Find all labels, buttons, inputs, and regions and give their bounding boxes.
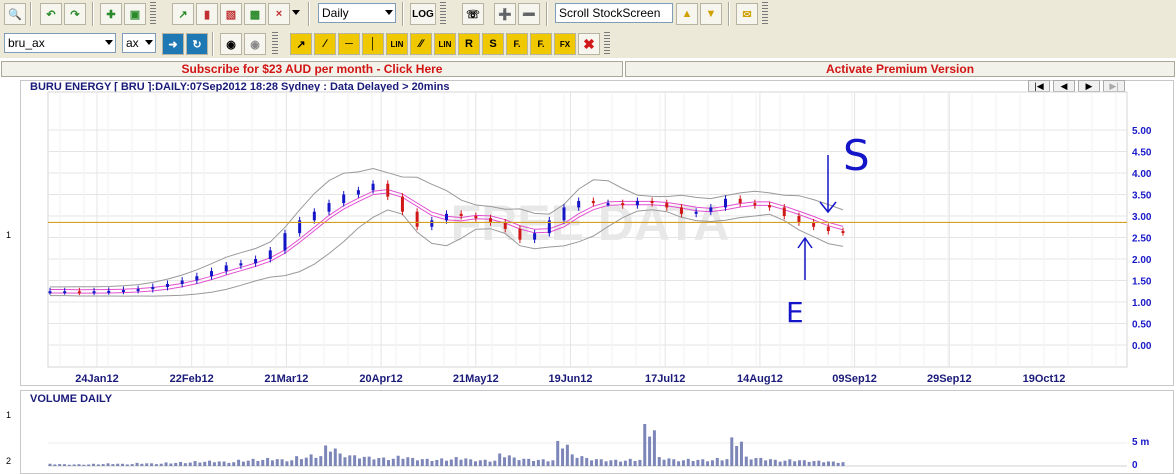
volume-title: VOLUME DAILY — [30, 393, 113, 405]
arrow-down-icon[interactable]: ▼ — [700, 3, 722, 25]
layout-icon[interactable]: ▣ — [124, 3, 146, 25]
vertical-line-tool-icon[interactable]: │ — [362, 33, 384, 55]
delete-drawings-icon[interactable]: ✖ — [578, 33, 600, 55]
zoom-icon[interactable]: 🔍 — [4, 3, 26, 25]
undo-icon[interactable]: ↶ — [40, 3, 62, 25]
refresh-icon[interactable]: ↻ — [186, 33, 208, 55]
fx-tool-icon[interactable]: FX — [554, 33, 576, 55]
activate-link[interactable]: Activate Premium Version — [826, 62, 974, 76]
exchange-value: ax — [126, 36, 139, 50]
chart-type-dropdown-icon[interactable] — [292, 10, 300, 15]
toolbar-grip[interactable] — [150, 2, 156, 26]
chevron-down-icon — [105, 40, 113, 45]
chevron-down-icon — [145, 40, 153, 45]
toolbar-grip[interactable] — [272, 32, 278, 56]
support-tool-icon[interactable]: S — [482, 33, 504, 55]
subscribe-link[interactable]: Subscribe for $23 AUD per month - Click … — [182, 62, 443, 76]
interval-select[interactable]: Daily — [318, 3, 396, 23]
symbol-value: bru_ax — [8, 36, 45, 50]
separator — [92, 2, 94, 26]
parallel-lines-tool-icon[interactable]: ∕∕ — [410, 33, 432, 55]
interval-value: Daily — [322, 6, 349, 20]
trendline-tool-icon[interactable]: ∕ — [314, 33, 336, 55]
toolbar-main: 🔍 ↶ ↷ ✚ ▣ ↗ ▮ ▧ ▩ × Daily LOG ☏ ➕ ➖ Scro… — [0, 0, 1176, 28]
separator — [728, 2, 730, 26]
price-panel-label: 1 — [6, 230, 12, 240]
volume-panel-label-2: 2 — [6, 456, 12, 466]
fx-label: FX — [559, 39, 571, 49]
volume-tick-0: 0 — [1132, 460, 1138, 471]
lin-channel-label: LIN — [438, 39, 452, 49]
mail-icon[interactable]: ✉ — [736, 3, 758, 25]
separator — [308, 2, 310, 26]
symbol-input[interactable]: bru_ax — [4, 33, 116, 53]
activate-banner[interactable]: Activate Premium Version — [625, 61, 1175, 77]
arrow-up-icon[interactable]: ▲ — [676, 3, 698, 25]
toolbar-grip[interactable] — [604, 32, 610, 56]
fibonacci-fan-label: F. — [537, 39, 545, 49]
toolbar-symbol: bru_ax ax ➜ ↻ ◉ ◉ ↗ ∕ ─ │ LIN ∕∕ LIN R S… — [0, 28, 1176, 58]
first-bar-icon[interactable]: |◀ — [1028, 80, 1050, 92]
separator — [402, 2, 404, 26]
volume-panel-label-1: 1 — [6, 410, 12, 420]
quote-icon[interactable]: ☏ — [462, 3, 484, 25]
histogram-icon[interactable]: ▩ — [244, 3, 266, 25]
volume-panel — [20, 390, 1174, 474]
lin-tool-icon[interactable]: LIN — [386, 33, 408, 55]
go-arrow-icon[interactable]: ➜ — [162, 33, 184, 55]
resistance-label: R — [465, 38, 473, 50]
fibonacci-tool-icon[interactable]: F. — [506, 33, 528, 55]
candlestick-icon[interactable]: ▧ — [220, 3, 242, 25]
search-disabled-icon[interactable]: ◉ — [244, 33, 266, 55]
toolbar-grip[interactable] — [762, 2, 768, 26]
lin-tool-label: LIN — [390, 39, 404, 49]
chart-area[interactable] — [0, 78, 1176, 474]
price-panel — [20, 80, 1174, 386]
last-bar-icon[interactable]: ▶| — [1103, 80, 1125, 92]
log-scale-button[interactable]: LOG — [410, 3, 436, 25]
support-label: S — [489, 38, 497, 50]
separator — [546, 2, 548, 26]
prev-bar-icon[interactable]: ◀ — [1053, 80, 1075, 92]
chart-title: BURU ENERGY [ BRU ]:DAILY:07Sep2012 18:2… — [30, 81, 450, 93]
separator — [30, 2, 32, 26]
remove-chart-icon[interactable]: ➖ — [518, 3, 540, 25]
fibonacci-fan-tool-icon[interactable]: F. — [530, 33, 552, 55]
chevron-down-icon — [385, 10, 393, 15]
volume-tick-5m: 5 m — [1132, 437, 1150, 448]
pointer-tool-icon[interactable]: ↗ — [290, 33, 312, 55]
lin-channel-tool-icon[interactable]: LIN — [434, 33, 456, 55]
scroll-mode-select[interactable]: Scroll StockScreen — [555, 3, 673, 23]
subscribe-banner[interactable]: Subscribe for $23 AUD per month - Click … — [1, 61, 623, 77]
fibonacci-label: F. — [513, 39, 521, 49]
point-figure-icon[interactable]: × — [268, 3, 290, 25]
crosshair-icon[interactable]: ✚ — [100, 3, 122, 25]
line-chart-icon[interactable]: ↗ — [172, 3, 194, 25]
resistance-tool-icon[interactable]: R — [458, 33, 480, 55]
horizontal-line-tool-icon[interactable]: ─ — [338, 33, 360, 55]
toolbar-grip[interactable] — [440, 2, 446, 26]
add-chart-icon[interactable]: ➕ — [494, 3, 516, 25]
log-label: LOG — [412, 8, 434, 20]
binoculars-icon[interactable]: ◉ — [220, 33, 242, 55]
scroll-mode-value: Scroll StockScreen — [559, 6, 661, 20]
redo-icon[interactable]: ↷ — [64, 3, 86, 25]
separator — [212, 32, 214, 56]
bar-chart-icon[interactable]: ▮ — [196, 3, 218, 25]
next-bar-icon[interactable]: ▶ — [1078, 80, 1100, 92]
exchange-select[interactable]: ax — [122, 33, 156, 53]
